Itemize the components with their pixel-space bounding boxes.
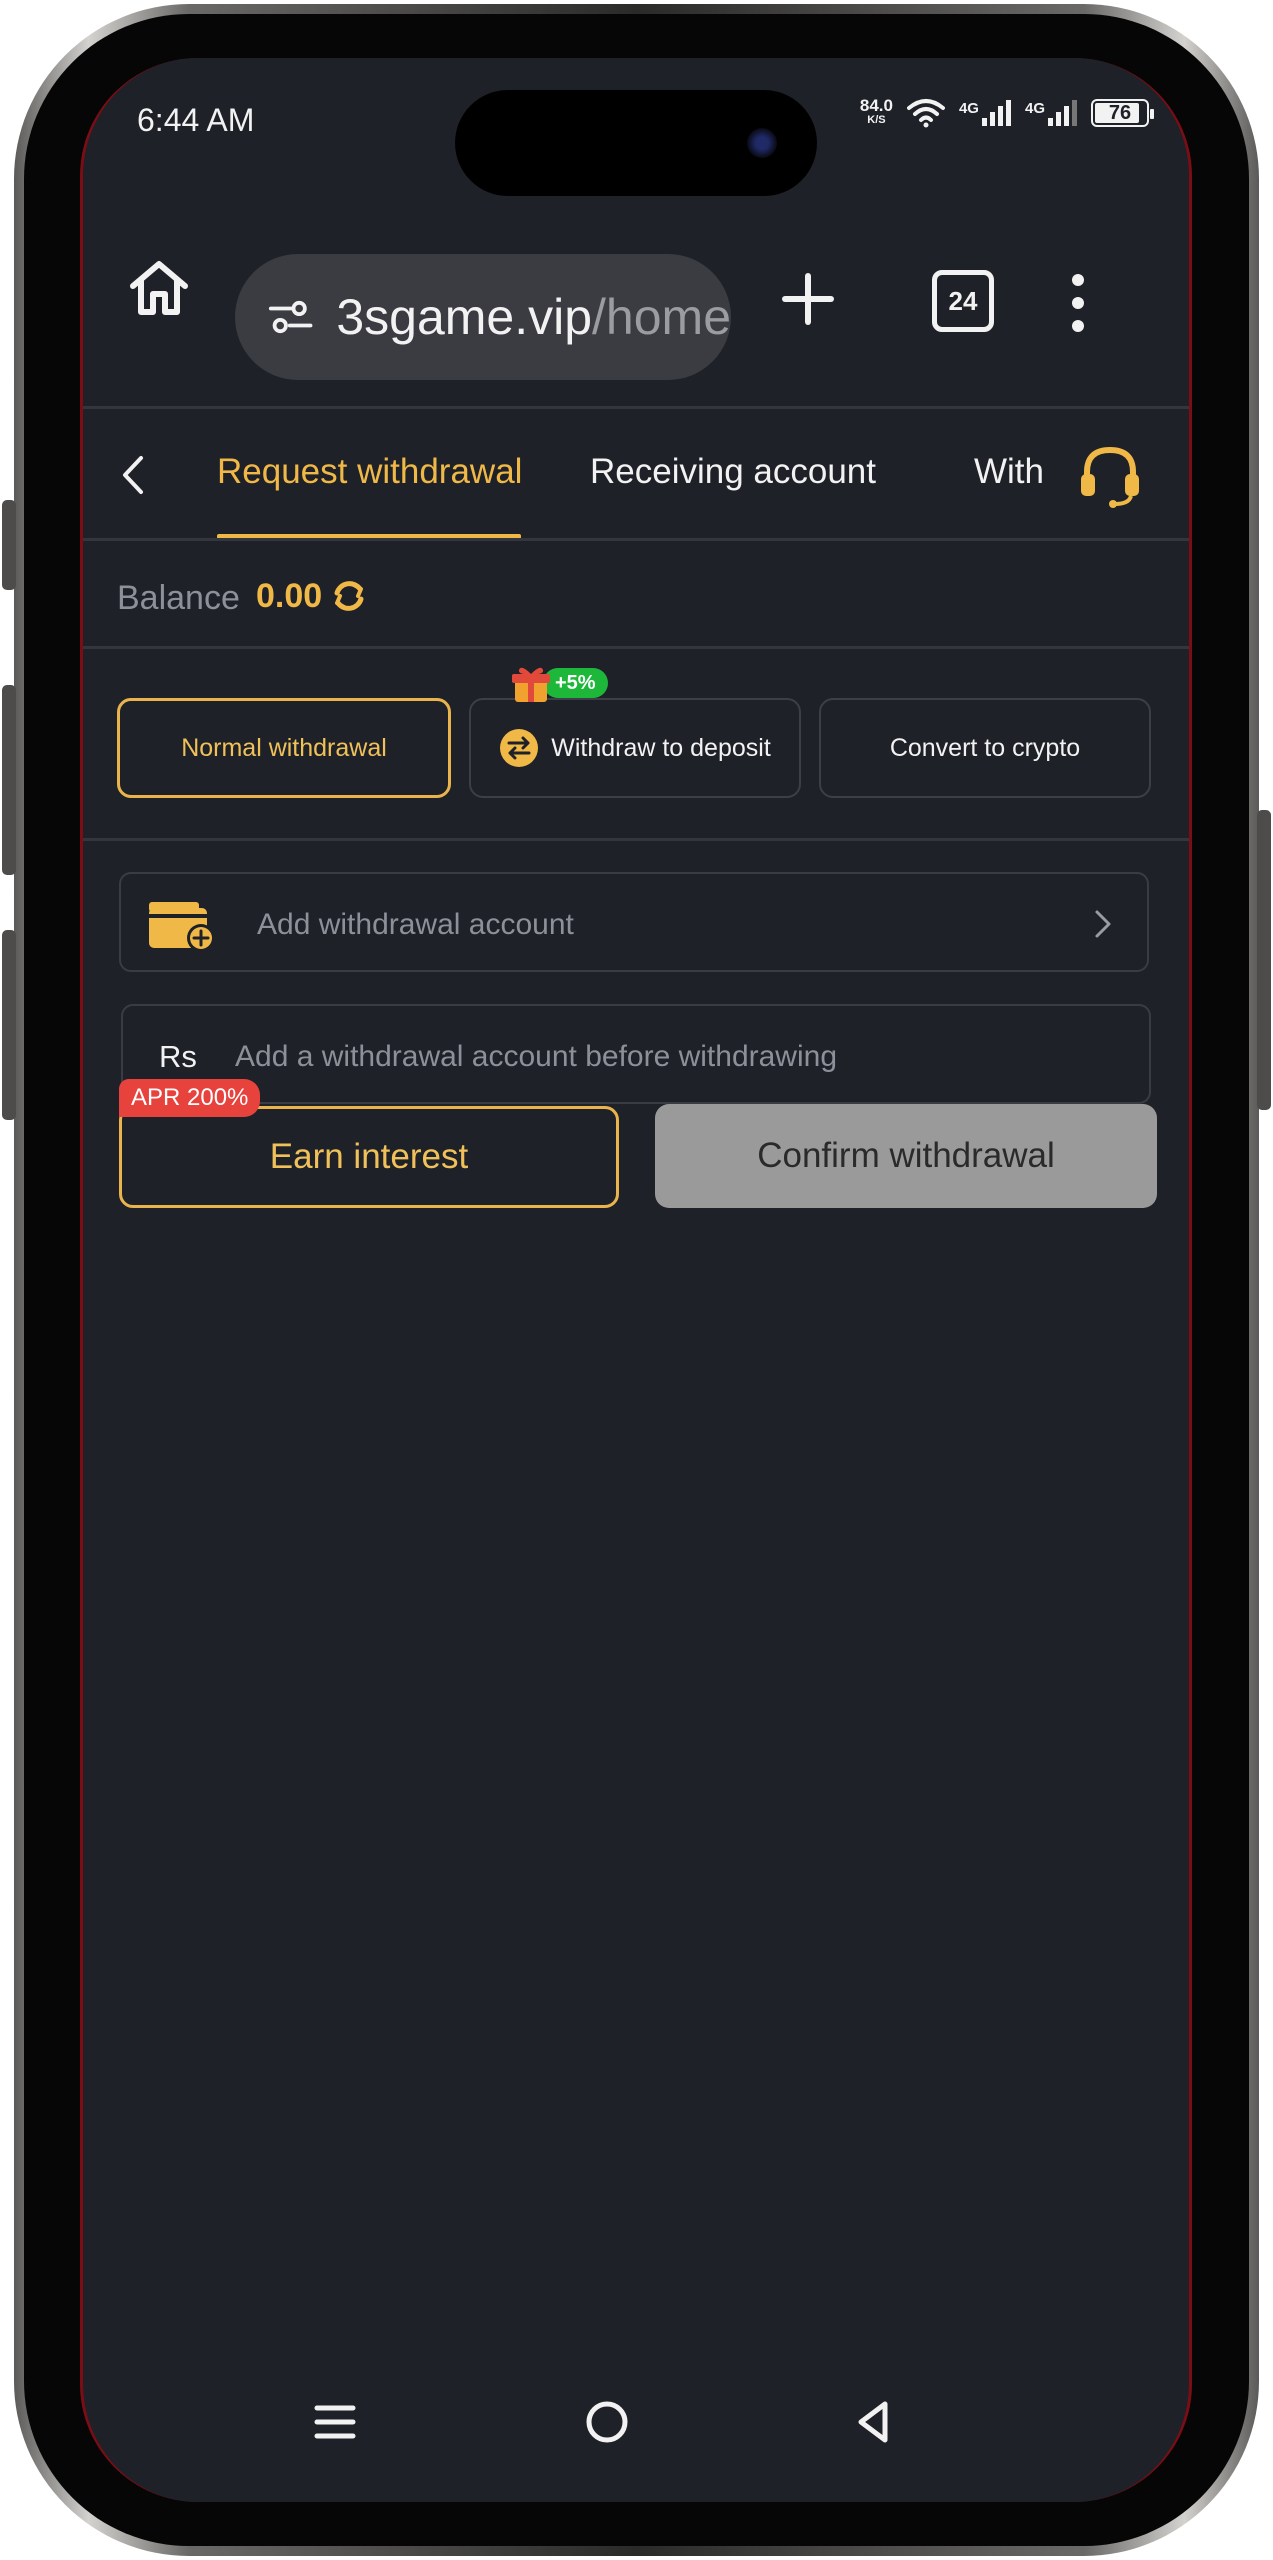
- earn-interest-button[interactable]: Earn interest: [119, 1106, 619, 1208]
- convert-to-crypto-label: Convert to crypto: [889, 733, 1081, 762]
- phone-volume-down: [2, 930, 16, 1120]
- net-speed: 84.0 K/S: [860, 97, 893, 128]
- dynamic-island: [455, 90, 817, 196]
- withdraw-amount-placeholder[interactable]: Add a withdrawal account before withdraw…: [235, 1040, 837, 1074]
- nav-menu-icon[interactable]: [305, 2392, 365, 2452]
- withdraw-to-deposit-button[interactable]: Withdraw to deposit: [469, 698, 801, 798]
- url-domain: 3sgame.vip: [336, 289, 593, 345]
- tab-withdrawal-history[interactable]: With: [974, 452, 1054, 492]
- status-bar: 6:44 AM 84.0 K/S 4G 4G 76: [83, 58, 1189, 208]
- front-camera: [747, 128, 777, 158]
- tune-icon[interactable]: [267, 292, 314, 342]
- nav-home-icon[interactable]: [577, 2392, 637, 2452]
- earn-interest-label: Earn interest: [269, 1137, 469, 1176]
- tab-receiving-account[interactable]: Receiving account: [590, 452, 876, 492]
- withdraw-tabs: Request withdrawal Receiving account Wit…: [83, 410, 1189, 540]
- home-icon[interactable]: [119, 248, 199, 328]
- back-icon[interactable]: [113, 450, 153, 500]
- currency-symbol: Rs: [159, 1039, 197, 1074]
- headset-icon[interactable]: [1075, 440, 1145, 510]
- gift-icon: [512, 667, 550, 702]
- nav-back-icon[interactable]: [845, 2392, 905, 2452]
- browser-toolbar: 3sgame.vip/home 24: [83, 208, 1189, 408]
- methods-divider: [83, 838, 1189, 841]
- swap-icon: [500, 729, 539, 767]
- confirm-withdrawal-button[interactable]: Confirm withdrawal: [655, 1104, 1157, 1208]
- add-withdrawal-account-label: Add withdrawal account: [257, 908, 574, 941]
- tabs-divider: [83, 538, 1189, 541]
- battery-icon: 76: [1091, 99, 1154, 127]
- signal-2: 4G: [1025, 100, 1077, 126]
- refresh-icon[interactable]: [330, 577, 368, 615]
- balance-row: Balance 0.00: [83, 543, 1189, 648]
- url-text: 3sgame.vip/home: [336, 288, 731, 346]
- balance-divider: [83, 646, 1189, 649]
- signal-1: 4G: [959, 100, 1011, 126]
- balance-label: Balance: [117, 579, 240, 617]
- convert-to-crypto-button[interactable]: Convert to crypto: [819, 698, 1151, 798]
- signal-1-label: 4G: [958, 100, 979, 117]
- address-bar[interactable]: 3sgame.vip/home: [235, 254, 731, 380]
- tab-request-withdrawal[interactable]: Request withdrawal: [217, 452, 522, 492]
- wallet-add-icon: [149, 902, 215, 952]
- signal-2-label: 4G: [1024, 100, 1045, 117]
- status-time: 6:44 AM: [137, 102, 255, 138]
- phone-volume-up: [2, 685, 16, 875]
- system-nav-bar: [83, 2362, 1189, 2502]
- url-path: /home: [592, 289, 731, 345]
- more-vert-icon[interactable]: [1063, 268, 1093, 338]
- phone-power-button: [1257, 810, 1271, 1110]
- withdraw-to-deposit-label: Withdraw to deposit: [551, 733, 771, 762]
- balance-value: 0.00: [256, 577, 323, 615]
- normal-withdrawal-label: Normal withdrawal: [181, 733, 387, 762]
- phone-screen: 6:44 AM 84.0 K/S 4G 4G 76 3sgame.vip/hom…: [80, 58, 1192, 2502]
- wifi-icon: [906, 99, 945, 128]
- normal-withdrawal-button[interactable]: Normal withdrawal: [117, 698, 451, 798]
- battery-level: 76: [1108, 102, 1132, 124]
- tabs-icon[interactable]: 24: [932, 270, 994, 332]
- chevron-right-icon: [1095, 910, 1111, 938]
- confirm-withdrawal-label: Confirm withdrawal: [757, 1136, 1055, 1175]
- toolbar-divider: [83, 406, 1189, 409]
- withdraw-amount-field[interactable]: Rs Add a withdrawal account before withd…: [121, 1004, 1151, 1104]
- net-speed-unit: K/S: [867, 114, 886, 126]
- phone-side-button: [2, 500, 16, 590]
- apr-badge: APR 200%: [119, 1079, 261, 1117]
- status-indicators: 84.0 K/S 4G 4G 76: [860, 97, 1154, 128]
- add-withdrawal-account-row[interactable]: Add withdrawal account: [119, 872, 1149, 972]
- plus-icon[interactable]: [773, 264, 843, 334]
